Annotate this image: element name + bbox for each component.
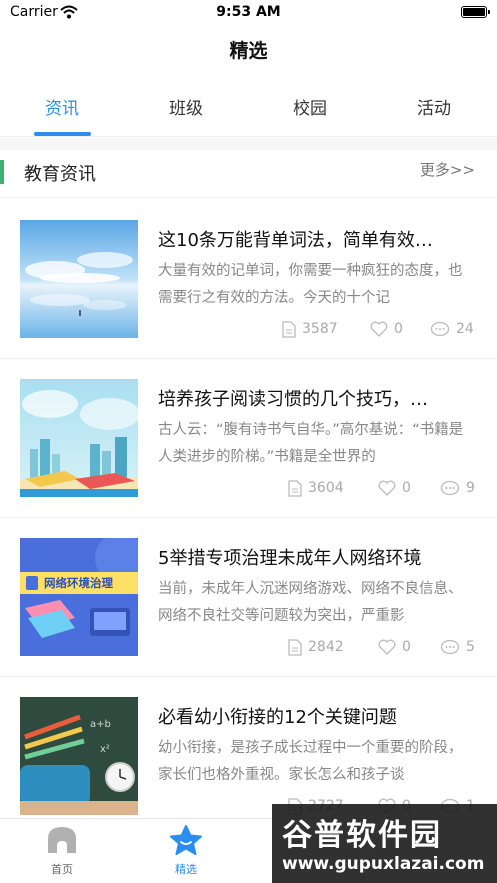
home-icon: [48, 827, 76, 853]
tabbar-featured[interactable]: 精选: [146, 825, 226, 877]
likes-stat[interactable]: 0: [378, 636, 411, 658]
watermark-url: www.gupuxlazai.com: [282, 854, 485, 874]
article-item[interactable]: 这10条万能背单词法，简单有效… 大量有效的记单词，你需要一种疯狂的态度，也需要…: [0, 200, 497, 359]
article-item[interactable]: 培养孩子阅读习惯的几个技巧，… 古人云：“腹有诗书气自华。”高尔基说：“书籍是人…: [0, 359, 497, 518]
tab-news[interactable]: 资讯: [22, 94, 102, 119]
article-title: 必看幼小衔接的12个关键问题: [158, 707, 397, 728]
section-accent-bar: [0, 160, 4, 184]
comments-stat[interactable]: 24: [430, 318, 474, 340]
category-tabs: 资讯 班级 校园 活动: [0, 82, 497, 137]
views-count: 2842: [308, 639, 344, 655]
likes-count: 0: [402, 480, 411, 496]
document-icon: [288, 638, 302, 656]
article-thumbnail-classroom: a+b x²: [20, 697, 138, 815]
battery-icon: [461, 6, 490, 18]
article-stats: 2842 0 5: [158, 636, 476, 658]
heart-icon: [378, 639, 396, 655]
watermark-logo: 谷普软件园 www.gupuxlazai.com: [272, 804, 497, 883]
comments-stat[interactable]: 5: [440, 636, 475, 658]
likes-count: 0: [394, 321, 403, 337]
views-stat: 3604: [288, 477, 344, 499]
clock: 9:53 AM: [216, 4, 281, 20]
more-link[interactable]: 更多>>: [420, 159, 475, 180]
tab-class[interactable]: 班级: [146, 94, 226, 119]
section-header: 教育资讯 更多>>: [0, 150, 497, 198]
likes-count: 0: [402, 639, 411, 655]
star-icon: [170, 825, 202, 855]
article-summary: 古人云：“腹有诗书气自华。”高尔基说：“书籍是人类进步的阶梯。”书籍是全世界的: [158, 422, 464, 465]
views-stat: 2842: [288, 636, 344, 658]
likes-stat[interactable]: 0: [378, 477, 411, 499]
article-thumbnail-city-books: [20, 379, 138, 497]
document-icon: [282, 320, 296, 338]
tab-activity[interactable]: 活动: [394, 94, 474, 119]
article-item[interactable]: 网络环境治理 5举措专项治理未成年人网络环境 当前，未成年人沉迷网络游戏、网络不…: [0, 518, 497, 677]
likes-stat[interactable]: 0: [370, 318, 403, 340]
article-thumbnail-sky: [20, 220, 138, 338]
tabbar-label: 首页: [51, 863, 73, 876]
article-summary: 当前，未成年人沉迷网络游戏、网络不良信息、网络不良社交等问题较为突出，严重影: [158, 581, 463, 624]
comments-count: 9: [466, 480, 475, 496]
heart-icon: [378, 480, 396, 496]
svg-text:x²: x²: [100, 744, 110, 755]
article-stats: 3604 0 9: [158, 477, 476, 499]
tabbar-label: 精选: [175, 863, 197, 876]
comment-icon: [440, 480, 460, 495]
thumbnail-banner-text: 网络环境治理: [44, 576, 113, 590]
section-divider: [0, 138, 497, 150]
tab-campus[interactable]: 校园: [270, 94, 350, 119]
views-count: 3604: [308, 480, 344, 496]
tabbar-home[interactable]: 首页: [22, 825, 102, 877]
watermark-title: 谷普软件园: [282, 818, 442, 853]
active-tab-indicator: [34, 132, 91, 136]
comments-count: 5: [466, 639, 475, 655]
article-title: 培养孩子阅读习惯的几个技巧，…: [158, 389, 428, 410]
article-stats: 3587 0 24: [158, 318, 476, 340]
page-title: 精选: [229, 40, 268, 62]
article-summary: 幼小衔接，是孩子成长过程中一个重要的阶段，家长们也格外重视。家长怎么和孩子谈: [158, 740, 463, 783]
comment-icon: [440, 639, 460, 654]
comments-stat[interactable]: 9: [440, 477, 475, 499]
article-title: 这10条万能背单词法，简单有效…: [158, 230, 433, 251]
status-bar: Carrier 9:53 AM: [0, 0, 497, 26]
views-stat: 3587: [282, 318, 338, 340]
document-icon: [288, 479, 302, 497]
comment-icon: [430, 321, 450, 336]
svg-text:a+b: a+b: [90, 719, 111, 730]
article-summary: 大量有效的记单词，你需要一种疯狂的态度，也需要行之有效的方法。今天的十个记: [158, 263, 463, 306]
views-count: 3587: [302, 321, 338, 337]
section-title: 教育资讯: [24, 164, 96, 185]
article-title: 5举措专项治理未成年人网络环境: [158, 548, 422, 569]
article-thumbnail-network: 网络环境治理: [20, 538, 138, 656]
comments-count: 24: [456, 321, 474, 337]
heart-icon: [370, 321, 388, 337]
